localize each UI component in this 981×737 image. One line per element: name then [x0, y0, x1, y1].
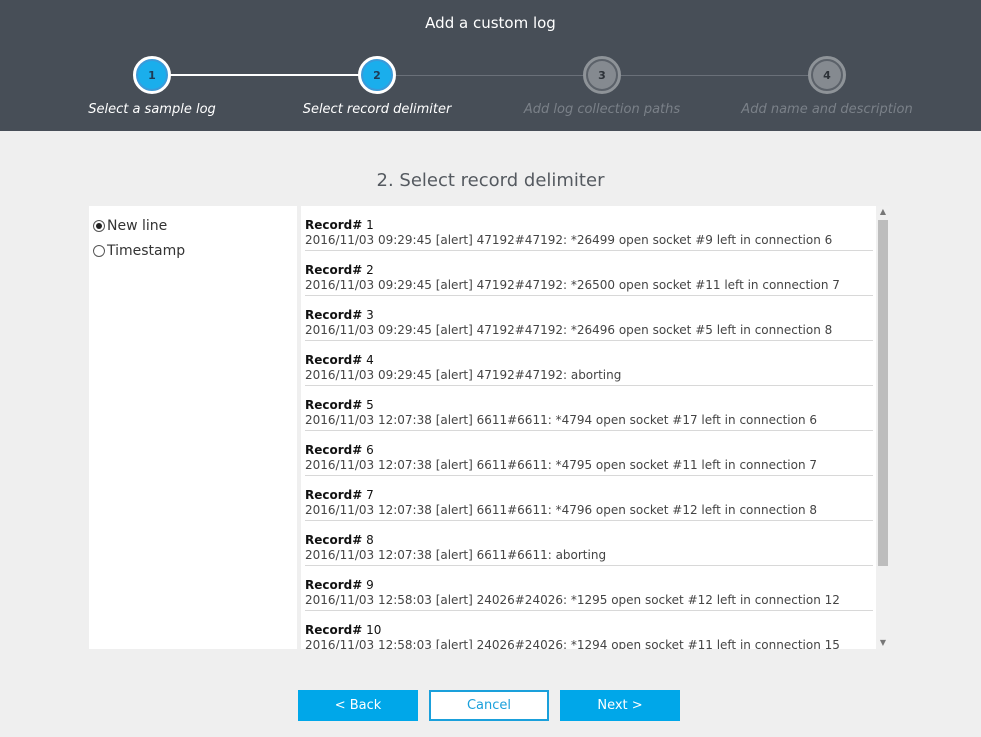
record-number: 8 — [366, 533, 374, 547]
step-connector-1-2 — [152, 74, 377, 76]
record-text: 2016/11/03 12:58:03 [alert] 24026#24026:… — [305, 638, 840, 649]
record-number: 4 — [366, 353, 374, 367]
option-new-line-label: New line — [107, 218, 168, 234]
step-4-label: Add name and description — [741, 102, 913, 117]
step-connector-3-4 — [602, 75, 827, 76]
next-button[interactable]: Next > — [560, 690, 680, 721]
option-new-line[interactable]: New line — [93, 218, 167, 234]
record-number: 7 — [366, 488, 374, 502]
record-prefix: Record# — [305, 263, 363, 277]
page-title: Add a custom log — [425, 14, 556, 32]
record-prefix: Record# — [305, 398, 363, 412]
step-4-circle: 4 — [808, 56, 846, 94]
option-timestamp-label: Timestamp — [107, 243, 186, 259]
record-label: Record# 1 — [305, 217, 873, 233]
record-row: Record# 3 2016/11/03 09:29:45 [alert] 471… — [305, 296, 873, 341]
step-4-number: 4 — [823, 68, 831, 82]
record-text: 2016/11/03 12:07:38 [alert] 6611#6611: *… — [305, 503, 818, 517]
record-number: 1 — [366, 218, 374, 232]
record-number: 3 — [366, 308, 374, 322]
record-label: Record# 6 — [305, 442, 873, 458]
wizard-header: Add a custom log 1 2 3 4 Select a sample… — [0, 0, 981, 131]
back-button[interactable]: < Back — [298, 690, 418, 721]
record-label: Record# 5 — [305, 397, 873, 413]
record-row: Record# 2 2016/11/03 09:29:45 [alert] 471… — [305, 251, 873, 296]
step-1-circle[interactable]: 1 — [133, 56, 171, 94]
record-number: 5 — [366, 398, 374, 412]
radio-new-line[interactable] — [93, 220, 105, 232]
option-timestamp[interactable]: Timestamp — [93, 243, 185, 259]
record-prefix: Record# — [305, 443, 363, 457]
record-prefix: Record# — [305, 218, 363, 232]
record-row: Record# 8 2016/11/03 12:07:38 [alert] 661… — [305, 521, 873, 566]
radio-timestamp[interactable] — [93, 245, 105, 257]
step-1-label[interactable]: Select a sample log — [42, 102, 262, 117]
record-prefix: Record# — [305, 353, 363, 367]
record-number: 6 — [366, 443, 374, 457]
scroll-down-icon[interactable]: ▼ — [876, 637, 890, 649]
records-preview-panel: Record# 1 2016/11/03 09:29:45 [alert] 471… — [301, 206, 890, 649]
records-scrollbar[interactable]: ▲ ▼ — [876, 206, 890, 649]
section-title: 2. Select record delimiter — [376, 170, 605, 191]
record-row: Record# 6 2016/11/03 12:07:38 [alert] 661… — [305, 431, 873, 476]
record-prefix: Record# — [305, 623, 363, 637]
record-label: Record# 8 — [305, 532, 873, 548]
record-text: 2016/11/03 09:29:45 [alert] 47192#47192:… — [305, 368, 622, 382]
step-connector-2-3 — [377, 75, 602, 76]
record-text: 2016/11/03 12:58:03 [alert] 24026#24026:… — [305, 593, 840, 607]
step-2-number: 2 — [373, 68, 381, 82]
record-row: Record# 1 2016/11/03 09:29:45 [alert] 471… — [305, 206, 873, 251]
record-row: Record# 10 2016/11/03 12:58:03 [alert] 24… — [305, 611, 873, 649]
record-text: 2016/11/03 12:07:38 [alert] 6611#6611: *… — [305, 413, 818, 427]
record-text: 2016/11/03 09:29:45 [alert] 47192#47192:… — [305, 233, 833, 247]
record-text: 2016/11/03 12:07:38 [alert] 6611#6611: *… — [305, 458, 818, 472]
record-number: 2 — [366, 263, 374, 277]
record-row: Record# 9 2016/11/03 12:58:03 [alert] 240… — [305, 566, 873, 611]
record-prefix: Record# — [305, 533, 363, 547]
record-row: Record# 5 2016/11/03 12:07:38 [alert] 661… — [305, 386, 873, 431]
record-label: Record# 9 — [305, 577, 873, 593]
record-prefix: Record# — [305, 578, 363, 592]
record-label: Record# 10 — [305, 622, 873, 638]
record-label: Record# 2 — [305, 262, 873, 278]
step-2-label[interactable]: Select record delimiter — [267, 102, 487, 117]
record-text: 2016/11/03 12:07:38 [alert] 6611#6611: a… — [305, 548, 607, 562]
record-label: Record# 3 — [305, 307, 873, 323]
record-prefix: Record# — [305, 308, 363, 322]
step-3-label: Add log collection paths — [523, 102, 681, 117]
record-row: Record# 7 2016/11/03 12:07:38 [alert] 661… — [305, 476, 873, 521]
record-number: 9 — [366, 578, 374, 592]
record-text: 2016/11/03 09:29:45 [alert] 47192#47192:… — [305, 278, 840, 292]
record-number: 10 — [366, 623, 382, 637]
scroll-up-icon[interactable]: ▲ — [876, 206, 890, 218]
step-1-number: 1 — [148, 68, 156, 82]
step-3-circle: 3 — [583, 56, 621, 94]
record-row: Record# 4 2016/11/03 09:29:45 [alert] 471… — [305, 341, 873, 386]
records-list: Record# 1 2016/11/03 09:29:45 [alert] 471… — [305, 206, 873, 649]
record-text: 2016/11/03 09:29:45 [alert] 47192#47192:… — [305, 323, 833, 337]
record-label: Record# 4 — [305, 352, 873, 368]
scroll-thumb[interactable] — [878, 220, 888, 566]
step-2-circle[interactable]: 2 — [358, 56, 396, 94]
delimiter-options-panel: New line Timestamp — [89, 206, 297, 649]
step-3-number: 3 — [598, 68, 606, 82]
record-label: Record# 7 — [305, 487, 873, 503]
record-prefix: Record# — [305, 488, 363, 502]
cancel-button[interactable]: Cancel — [429, 690, 549, 721]
